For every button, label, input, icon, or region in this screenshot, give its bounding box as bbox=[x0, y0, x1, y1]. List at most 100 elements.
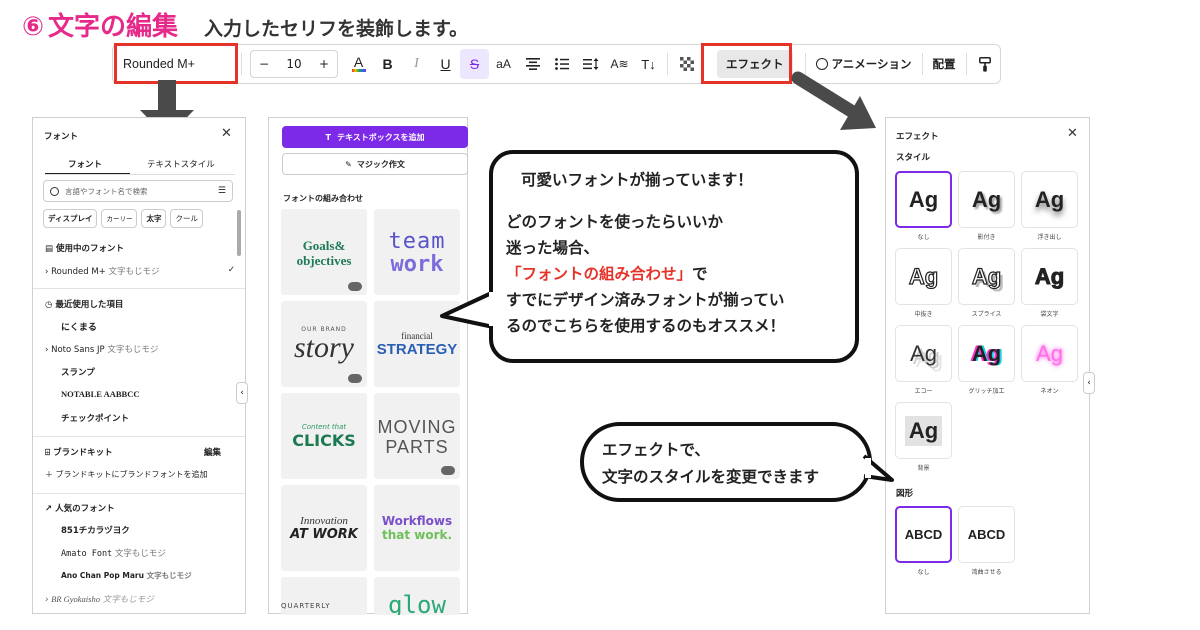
font-pairing-thumbnail[interactable]: Content that CLICKS bbox=[281, 393, 367, 479]
search-icon bbox=[50, 186, 59, 196]
text-color-button[interactable]: A bbox=[344, 49, 373, 79]
close-icon[interactable]: ✕ bbox=[221, 126, 232, 141]
recent-font-item[interactable]: NOTABLE AABBCC bbox=[61, 389, 139, 399]
transparency-icon[interactable] bbox=[672, 49, 701, 79]
chip-curly[interactable]: カーリー bbox=[101, 209, 138, 228]
bubble-line: 可愛いフォントが揃っています！ bbox=[521, 171, 753, 189]
chip-display[interactable]: ディスプレイ bbox=[43, 209, 98, 228]
line-spacing-icon[interactable] bbox=[576, 49, 605, 79]
font-size-stepper[interactable]: − 10 + bbox=[250, 50, 338, 78]
page-heading: ⑥ 文字の編集 入力したセリフを装飾します。 bbox=[22, 6, 469, 42]
font-sample: 文字もじモジ bbox=[108, 267, 160, 277]
font-panel: フォント ✕ フォント テキストスタイル 言語やフォント名で検索 ☰ ディスプレ… bbox=[32, 117, 246, 614]
effect-echo[interactable]: Ag bbox=[895, 325, 952, 382]
recent-font-item[interactable]: スランプ bbox=[61, 366, 95, 378]
effect-label: 中抜き bbox=[914, 311, 933, 318]
recent-font-item[interactable]: › Noto Sans JP 文字もじモジ bbox=[45, 343, 158, 355]
chip-cool[interactable]: クール bbox=[170, 209, 203, 228]
panel-collapse-handle[interactable]: ‹ bbox=[236, 382, 248, 404]
magic-write-button[interactable]: ✎ マジック作文 bbox=[282, 153, 468, 175]
effect-none[interactable]: Ag bbox=[895, 171, 952, 228]
effect-shadow[interactable]: Ag bbox=[958, 171, 1015, 228]
effect-outline[interactable]: Ag bbox=[1021, 248, 1078, 305]
divider bbox=[33, 288, 245, 289]
text-panel: T テキストボックスを追加 ✎ マジック作文 フォントの組み合わせ Goals& o… bbox=[268, 117, 468, 615]
effect-button-highlight bbox=[701, 43, 792, 84]
italic-button[interactable]: I bbox=[402, 49, 431, 79]
clock-icon: ◷ bbox=[45, 300, 53, 310]
heading-subtitle: 入力したセリフを装飾します。 bbox=[204, 18, 469, 40]
popular-font-item[interactable]: 851チカラヅヨク bbox=[61, 524, 130, 536]
crown-icon bbox=[348, 374, 362, 383]
shape-curve[interactable]: ABCD bbox=[958, 506, 1015, 563]
filter-icon[interactable]: ☰ bbox=[218, 186, 226, 196]
size-plus-button[interactable]: + bbox=[319, 57, 329, 71]
font-search-box[interactable]: 言語やフォント名で検索 ☰ bbox=[43, 180, 233, 202]
shape-none[interactable]: ABCD bbox=[895, 506, 952, 563]
recent-heading: ◷ 最近使用した項目 bbox=[45, 300, 124, 310]
popular-font-item[interactable]: › BR Gyokaisho 文字もじモジ bbox=[45, 593, 154, 605]
font-pairing-thumbnail[interactable]: OUR BRAND story bbox=[281, 301, 367, 387]
font-category-chips: ディスプレイ カーリー 太字 クール bbox=[43, 209, 203, 228]
font-pairing-thumbnail[interactable]: QUARTERLY bbox=[281, 577, 367, 615]
font-settings-icon[interactable]: A≋ bbox=[605, 49, 634, 79]
chip-bold[interactable]: 太字 bbox=[141, 209, 167, 228]
font-selector-highlight bbox=[114, 43, 238, 84]
align-center-icon[interactable] bbox=[518, 49, 547, 79]
bubble-line: どのフォントを使ったらいいか bbox=[506, 213, 724, 231]
strikethrough-button[interactable]: S bbox=[460, 49, 489, 79]
popular-font-item[interactable]: Amato Font 文字もじモジ bbox=[61, 547, 166, 559]
font-pairing-thumbnail[interactable]: Innovation AT WORK bbox=[281, 485, 367, 571]
bubble-line: 「フォントの組み合わせ」で bbox=[506, 265, 708, 283]
font-pairing-thumbnail[interactable]: Workflows that work. bbox=[374, 485, 460, 571]
in-use-heading: ▤ 使用中のフォント bbox=[45, 244, 125, 254]
color-bar-icon bbox=[351, 69, 366, 72]
bubble-line: すでにデザイン済みフォントが揃ってい bbox=[506, 291, 785, 309]
text-color-letter: A bbox=[353, 54, 364, 70]
bubble-line: 迷った場合、 bbox=[506, 239, 600, 257]
trend-icon: ↗ bbox=[45, 504, 53, 514]
tab-font[interactable]: フォント bbox=[68, 158, 102, 170]
panel-collapse-handle[interactable]: ‹ bbox=[1083, 372, 1095, 394]
size-value[interactable]: 10 bbox=[286, 57, 301, 71]
popular-heading: ↗ 人気のフォント bbox=[45, 504, 115, 514]
scrollbar[interactable] bbox=[237, 210, 241, 256]
diagonal-arrow-icon bbox=[791, 71, 876, 130]
letter-case-button[interactable]: aA bbox=[489, 49, 518, 79]
search-input[interactable]: 言語やフォント名で検索 bbox=[65, 186, 148, 197]
font-pairing-thumbnail[interactable]: Goals& objectives bbox=[281, 209, 367, 295]
effect-hollow[interactable]: Ag bbox=[895, 248, 952, 305]
bubble-line: るのでこちらを使用するのもオススメ！ bbox=[506, 317, 786, 335]
bubble-tail-cover bbox=[865, 458, 871, 478]
toolbar-divider bbox=[965, 53, 967, 75]
brand-edit-link[interactable]: 編集 bbox=[204, 446, 221, 458]
effect-neon[interactable]: Ag bbox=[1021, 325, 1078, 382]
effect-label: なし bbox=[917, 234, 930, 241]
font-pairing-thumbnail[interactable]: MOVING PARTS bbox=[374, 393, 460, 479]
crown-icon bbox=[348, 282, 362, 291]
add-textbox-button[interactable]: T テキストボックスを追加 bbox=[282, 126, 468, 148]
effect-lift[interactable]: Ag bbox=[1021, 171, 1078, 228]
text-icon: T bbox=[325, 132, 331, 142]
popular-font-item[interactable]: Ano Chan Pop Maru 文字もじモジ bbox=[61, 570, 192, 581]
close-icon[interactable]: ✕ bbox=[1067, 126, 1078, 141]
position-button[interactable]: 配置 bbox=[927, 50, 962, 78]
toolbar-divider bbox=[241, 53, 242, 75]
check-icon: ✓ bbox=[227, 265, 235, 275]
effect-background[interactable]: Ag bbox=[895, 402, 952, 459]
vertical-text-icon[interactable]: T↓ bbox=[634, 49, 663, 79]
effect-glitch[interactable]: Ag bbox=[958, 325, 1015, 382]
in-use-font-item[interactable]: › Rounded M+ 文字もじモジ ✓ bbox=[45, 265, 235, 277]
bubble-line: エフェクトで、 bbox=[602, 441, 710, 459]
recent-font-item[interactable]: チェックポイント bbox=[61, 412, 129, 424]
bullet-list-icon[interactable] bbox=[547, 49, 576, 79]
add-brand-font[interactable]: ＋ ブランドキットにブランドフォントを追加 bbox=[45, 469, 208, 480]
font-pairing-thumbnail[interactable]: glow bbox=[374, 577, 460, 615]
paint-format-icon[interactable] bbox=[971, 49, 1000, 79]
effect-splice[interactable]: Ag bbox=[958, 248, 1015, 305]
tab-text-style[interactable]: テキストスタイル bbox=[147, 158, 215, 170]
underline-button[interactable]: U bbox=[431, 49, 460, 79]
bold-button[interactable]: B bbox=[373, 49, 402, 79]
size-minus-button[interactable]: − bbox=[259, 57, 269, 71]
recent-font-item[interactable]: にくまる bbox=[61, 320, 97, 333]
